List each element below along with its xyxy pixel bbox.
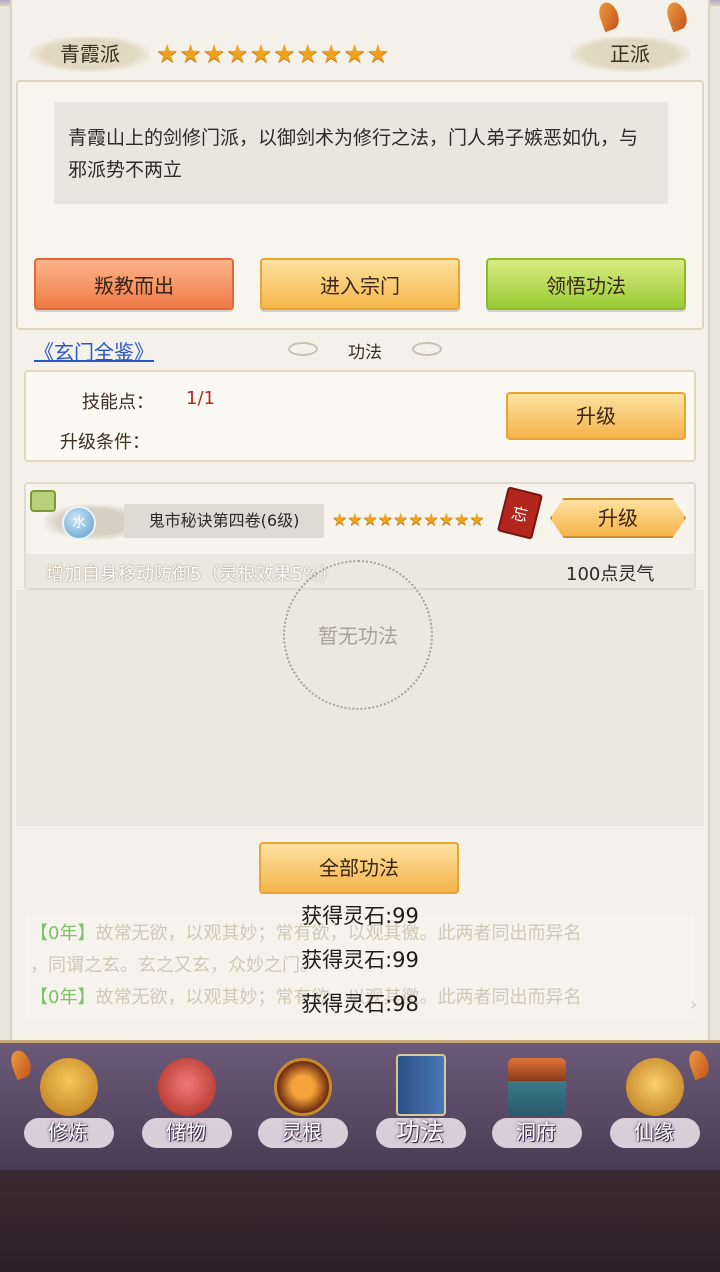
- sect-alignment: 正派: [570, 36, 690, 72]
- technique-name: 鬼市秘诀第四卷(6级): [124, 504, 324, 538]
- nav-label: 储物: [166, 1120, 206, 1144]
- sect-star-rating: ★ ★ ★ ★ ★ ★ ★ ★ ★ ★: [156, 40, 389, 68]
- star-icon: ★: [296, 39, 319, 68]
- technique-book-icon: [396, 1054, 446, 1116]
- star-icon: ★: [454, 510, 470, 530]
- star-icon: ★: [179, 39, 202, 68]
- technique-cost: 100点灵气: [566, 564, 655, 585]
- enter-sect-button[interactable]: 进入宗门: [260, 258, 460, 310]
- nav-label: 功法: [396, 1118, 444, 1146]
- nav-label: 灵根: [282, 1120, 322, 1144]
- skill-points-label: 技能点：: [82, 392, 154, 413]
- star-icon: ★: [332, 510, 348, 530]
- technique-star-rating: ★ ★ ★ ★ ★ ★ ★ ★ ★ ★: [332, 510, 485, 530]
- star-icon: ★: [347, 510, 363, 530]
- immortal-fate-icon: [626, 1058, 684, 1116]
- nav-cave[interactable]: 洞府: [486, 1052, 586, 1162]
- technique-upgrade-button[interactable]: 升级: [550, 498, 686, 538]
- star-icon: ★: [366, 39, 390, 68]
- skill-points-value: 1/1: [186, 388, 215, 409]
- star-icon: ★: [319, 39, 343, 68]
- nav-technique[interactable]: 功法: [370, 1052, 470, 1162]
- nav-label: 仙缘: [634, 1120, 674, 1144]
- storage-bag-icon: [158, 1058, 216, 1116]
- codex-link[interactable]: 《玄门全鉴》: [34, 336, 154, 365]
- spirit-root-icon: [274, 1058, 332, 1116]
- star-icon: ★: [438, 510, 454, 530]
- all-techniques-button[interactable]: 全部功法: [259, 842, 459, 894]
- nav-storage[interactable]: 储物: [136, 1052, 236, 1162]
- nav-fate[interactable]: 仙缘: [604, 1052, 704, 1162]
- nav-label: 修炼: [48, 1120, 88, 1144]
- nav-label: 洞府: [516, 1120, 556, 1144]
- star-icon: ★: [393, 510, 409, 530]
- gain-notice: 获得灵石:98: [301, 992, 419, 1016]
- star-icon: ★: [362, 510, 378, 530]
- nav-spirit-root[interactable]: 灵根: [252, 1052, 352, 1162]
- sect-description-card: 青霞山上的剑修门派，以御剑术为修行之法，门人弟子嫉恶如仇，与邪派势不两立 叛教而…: [16, 80, 704, 330]
- bottom-base: [0, 1170, 720, 1272]
- skill-points-panel: 技能点： 1/1 升级条件： 升级: [24, 370, 696, 462]
- star-icon: ★: [202, 39, 226, 68]
- technique-effect: 增加自身移动防御5（灵根效果5%）: [46, 564, 339, 585]
- star-icon: ★: [156, 39, 179, 68]
- sect-description: 青霞山上的剑修门派，以御剑术为修行之法，门人弟子嫉恶如仇，与邪派势不两立: [54, 102, 668, 204]
- empty-text: 暂无功法: [318, 624, 398, 648]
- nav-cultivate[interactable]: 修炼: [18, 1052, 118, 1162]
- star-icon: ★: [249, 39, 273, 68]
- betray-button[interactable]: 叛教而出: [34, 258, 234, 310]
- star-icon: ★: [469, 510, 485, 530]
- gain-notice: 获得灵石:99: [301, 904, 419, 928]
- star-icon: ★: [273, 39, 296, 68]
- sect-name: 青霞派: [30, 36, 150, 72]
- forget-tag-button[interactable]: 忘: [496, 486, 544, 540]
- star-icon: ★: [377, 510, 393, 530]
- section-title: 功法: [348, 343, 382, 363]
- skill-upgrade-button[interactable]: 升级: [506, 392, 686, 440]
- star-icon: ★: [343, 39, 366, 68]
- star-icon: ★: [226, 39, 249, 68]
- comprehend-technique-button[interactable]: 领悟功法: [486, 258, 686, 310]
- water-element-icon: 水: [62, 506, 96, 540]
- arrow-right-icon[interactable]: ›: [690, 994, 697, 1015]
- upgrade-condition-label: 升级条件：: [60, 432, 150, 453]
- swirl-ornament-icon: [412, 342, 442, 356]
- star-icon: ★: [423, 510, 439, 530]
- cave-mansion-icon: [508, 1058, 566, 1116]
- gain-notice: 获得灵石:99: [301, 948, 419, 972]
- star-icon: ★: [408, 510, 424, 530]
- meditation-icon: [40, 1058, 98, 1116]
- event-log[interactable]: 【0年】故常无欲，以观其妙；常有欲，以观其徼。此两者同出而异名 ，同谓之玄。玄之…: [26, 896, 694, 1026]
- sect-header: 青霞派 ★ ★ ★ ★ ★ ★ ★ ★ ★ ★ 正派: [0, 30, 720, 78]
